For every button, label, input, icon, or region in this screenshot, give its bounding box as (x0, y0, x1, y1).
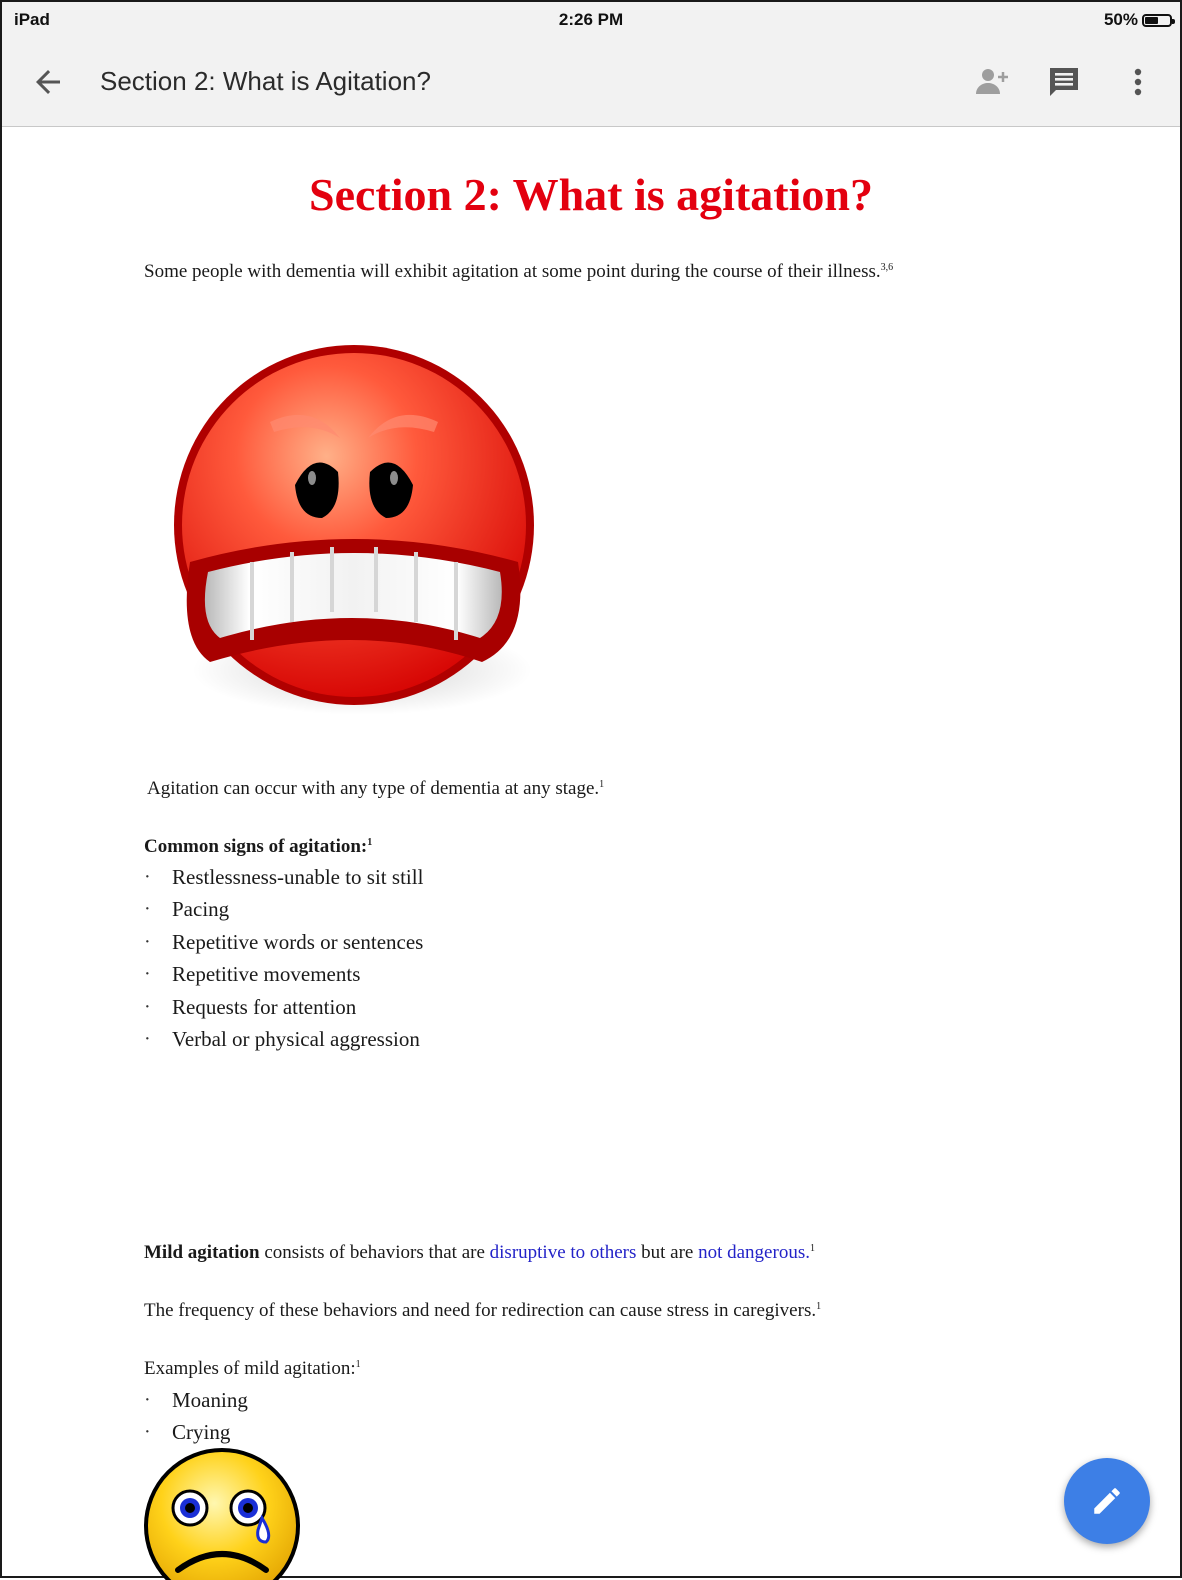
any-stage-paragraph: Agitation can occur with any type of dem… (147, 778, 604, 800)
signs-heading-text: Common signs of agitation: (144, 836, 368, 857)
disruptive-link[interactable]: disruptive to others (490, 1242, 637, 1263)
back-button[interactable] (30, 64, 66, 100)
list-item: Moaning (142, 1386, 248, 1418)
comment-icon (1050, 68, 1078, 96)
person-add-icon (976, 69, 1008, 94)
signs-heading: Common signs of agitation:1 (144, 836, 372, 858)
any-stage-ref: 1 (599, 779, 605, 790)
mild-text-1: consists of behaviors that are (259, 1242, 490, 1263)
mild-text-2: but are (636, 1242, 699, 1263)
more-vert-icon (1134, 68, 1142, 96)
examples-list: Moaning Crying (142, 1386, 248, 1451)
more-options-button[interactable] (1118, 62, 1158, 102)
intro-paragraph: Some people with dementia will exhibit a… (144, 261, 893, 283)
list-item: Verbal or physical aggression (142, 1025, 423, 1057)
signs-heading-ref: 1 (367, 837, 373, 848)
app-toolbar: Section 2: What is Agitation? (2, 38, 1180, 127)
crying-face-icon (144, 1448, 300, 1580)
crying-face-image (142, 1446, 302, 1580)
intro-text: Some people with dementia will exhibit a… (144, 261, 881, 282)
battery-icon (1142, 13, 1175, 27)
frequency-paragraph: The frequency of these behaviors and nee… (144, 1300, 821, 1322)
arrow-left-icon (36, 70, 60, 94)
pencil-edit-icon (1094, 1488, 1120, 1514)
examples-heading-ref: 1 (355, 1359, 361, 1370)
battery-percent: 50% (1103, 10, 1138, 29)
mild-ref: 1 (809, 1243, 815, 1254)
edit-fab-button[interactable] (1064, 1458, 1150, 1544)
list-item: Repetitive movements (142, 960, 423, 992)
status-time: 2:26 PM (558, 10, 624, 29)
status-bar: iPad 2:26 PM 50% (2, 2, 1180, 38)
section-heading: Section 2: What is agitation? (309, 169, 873, 220)
mild-agitation-paragraph: Mild agitation consists of behaviors tha… (144, 1242, 815, 1264)
examples-heading-text: Examples of mild agitation: (144, 1358, 356, 1379)
angry-face-icon (174, 345, 534, 715)
angry-face-image (162, 340, 552, 725)
document-title: Section 2: What is Agitation? (100, 66, 431, 96)
list-item: Restlessness-unable to sit still (142, 863, 423, 895)
signs-list: Restlessness-unable to sit still Pacing … (142, 863, 423, 1057)
mild-bold: Mild agitation (144, 1242, 260, 1263)
frequency-ref: 1 (816, 1301, 822, 1312)
battery-status: 50% (1103, 10, 1175, 30)
add-person-button[interactable] (972, 62, 1012, 102)
not-dangerous-link[interactable]: not dangerous. (698, 1242, 810, 1263)
frequency-text: The frequency of these behaviors and nee… (144, 1300, 817, 1321)
examples-heading: Examples of mild agitation:1 (144, 1358, 361, 1380)
comment-button[interactable] (1044, 62, 1084, 102)
intro-ref: 3,6 (880, 262, 894, 273)
list-item: Pacing (142, 895, 423, 927)
list-item: Repetitive words or sentences (142, 928, 423, 960)
list-item: Requests for attention (142, 993, 423, 1025)
any-stage-text: Agitation can occur with any type of dem… (147, 778, 600, 799)
